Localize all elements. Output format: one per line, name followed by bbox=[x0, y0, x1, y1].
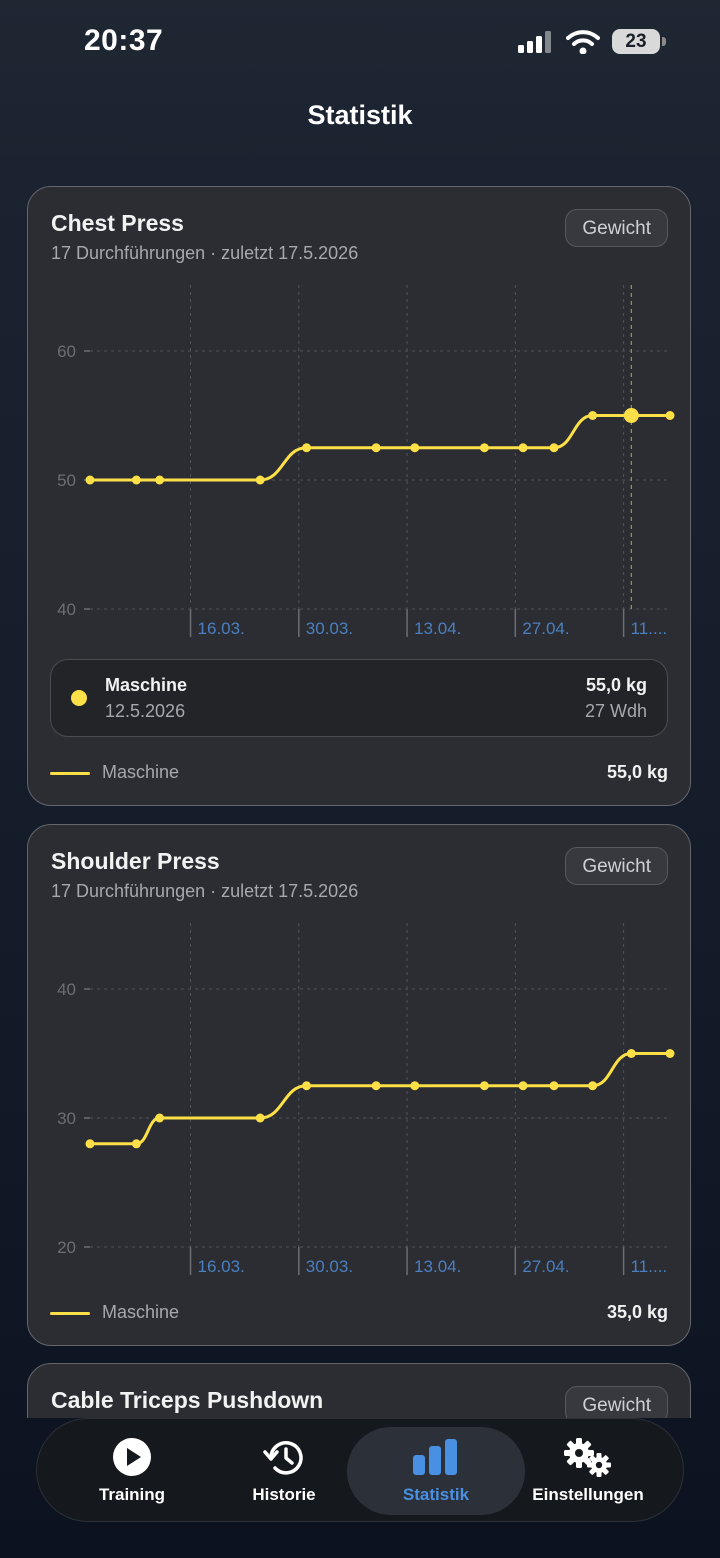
gears-icon bbox=[564, 1438, 611, 1477]
card-title: Shoulder Press bbox=[51, 848, 220, 874]
legend-latest-value: 35,0 kg bbox=[606, 1302, 668, 1322]
data-point bbox=[131, 475, 141, 485]
x-tick-label: 11.... bbox=[631, 1257, 668, 1276]
legend-line bbox=[50, 772, 90, 775]
bar-chart-icon bbox=[413, 1439, 457, 1475]
card-title: Chest Press bbox=[51, 210, 184, 236]
page-title: Statistik bbox=[307, 100, 413, 130]
data-point bbox=[302, 443, 312, 453]
data-point bbox=[255, 475, 265, 485]
chart-legend: Maschine 55,0 kg bbox=[50, 761, 668, 785]
data-point bbox=[588, 1081, 598, 1091]
metric-toggle-button[interactable]: Gewicht bbox=[565, 1386, 668, 1418]
x-tick-label: 30.03. bbox=[306, 1257, 353, 1276]
card-subtitle: 17 Durchführungen · zuletzt 17.5.2026 bbox=[51, 243, 359, 263]
data-point bbox=[549, 1081, 559, 1091]
data-point bbox=[518, 443, 528, 453]
exercise-card-chest-press[interactable]: Chest Press 17 Durchführungen · zuletzt … bbox=[27, 186, 691, 806]
data-point bbox=[155, 1113, 165, 1123]
legend-line bbox=[50, 1312, 90, 1315]
history-clock-icon bbox=[263, 1441, 303, 1475]
data-point bbox=[131, 1139, 141, 1149]
wifi-icon bbox=[566, 30, 600, 54]
cellular-signal-icon bbox=[518, 31, 551, 53]
metric-toggle-button[interactable]: Gewicht bbox=[565, 847, 668, 885]
legend-latest-value: 55,0 kg bbox=[606, 762, 668, 782]
selected-value: 55,0 kg bbox=[585, 675, 647, 695]
data-point bbox=[302, 1081, 312, 1091]
card-subtitle: 17 Durchführungen · zuletzt 17.5.2026 bbox=[51, 881, 359, 901]
x-tick-label: 16.03. bbox=[198, 1257, 245, 1276]
play-circle-icon bbox=[113, 1438, 151, 1476]
series-line bbox=[88, 1052, 672, 1146]
x-tick-label: 27.04. bbox=[522, 619, 569, 638]
y-tick-label: 40 bbox=[57, 600, 76, 619]
selected-point-panel: Maschine 12.5.2026 55,0 kg 27 Wdh bbox=[50, 659, 668, 737]
x-tick-label: 13.04. bbox=[414, 619, 461, 638]
data-point bbox=[155, 475, 165, 485]
data-point bbox=[479, 1081, 489, 1091]
data-point bbox=[665, 1049, 675, 1058]
data-point bbox=[518, 1081, 528, 1091]
x-tick-label: 16.03. bbox=[198, 619, 245, 638]
data-point bbox=[255, 1113, 265, 1123]
data-point bbox=[626, 1049, 636, 1058]
tab-statistik[interactable]: Statistik bbox=[351, 1419, 521, 1523]
tab-label: Statistik bbox=[402, 1485, 470, 1504]
data-point bbox=[85, 475, 95, 485]
tab-label: Historie bbox=[252, 1485, 316, 1504]
data-point bbox=[85, 1139, 95, 1149]
x-tick-label: 27.04. bbox=[522, 1257, 569, 1276]
stats-scroll-area[interactable]: Chest Press 17 Durchführungen · zuletzt … bbox=[0, 186, 720, 1418]
y-tick-label: 40 bbox=[57, 980, 76, 999]
x-tick-label: 13.04. bbox=[414, 1257, 461, 1276]
y-tick-label: 20 bbox=[57, 1238, 76, 1257]
data-point bbox=[410, 1081, 420, 1091]
tab-historie[interactable]: Historie bbox=[199, 1419, 369, 1523]
chest-press-chart[interactable]: 16.03. 30.03. 13.04. 27.04. 11.... 40 50 60 bbox=[28, 273, 692, 643]
data-point bbox=[665, 411, 675, 420]
data-point bbox=[588, 411, 598, 420]
tab-einstellungen[interactable]: Einstellungen bbox=[503, 1419, 673, 1523]
data-point bbox=[371, 443, 381, 453]
data-point bbox=[479, 443, 489, 453]
selected-date: 12.5.2026 bbox=[105, 701, 186, 721]
status-time: 20:37 bbox=[84, 24, 164, 57]
data-point bbox=[549, 443, 559, 453]
shoulder-press-chart[interactable]: 16.03. 30.03. 13.04. 27.04. 11.... 20 30 40 bbox=[28, 911, 692, 1281]
series-dot bbox=[71, 690, 87, 706]
status-bar: 20:37 23 bbox=[0, 0, 720, 84]
data-point bbox=[410, 443, 420, 453]
tab-bar: Training Historie Statistik Einstellunge… bbox=[36, 1418, 684, 1522]
data-point bbox=[371, 1081, 381, 1091]
legend-label: Maschine bbox=[102, 762, 180, 782]
exercise-card-cable-triceps-pushdown[interactable]: Cable Triceps Pushdown Gewicht bbox=[27, 1363, 691, 1418]
card-title: Cable Triceps Pushdown bbox=[51, 1387, 324, 1413]
tab-training[interactable]: Training bbox=[47, 1419, 217, 1523]
x-tick-label: 30.03. bbox=[306, 619, 353, 638]
y-tick-label: 50 bbox=[57, 471, 76, 490]
highlighted-data-point bbox=[623, 408, 639, 423]
y-tick-label: 60 bbox=[57, 342, 76, 361]
selected-series-name: Maschine bbox=[105, 675, 188, 695]
x-tick-label: 11.... bbox=[631, 619, 668, 638]
selected-reps: 27 Wdh bbox=[584, 701, 647, 721]
battery-tip bbox=[662, 37, 666, 46]
battery-indicator: 23 bbox=[612, 29, 660, 54]
metric-toggle-button[interactable]: Gewicht bbox=[565, 209, 668, 247]
y-tick-label: 30 bbox=[57, 1109, 76, 1128]
legend-label: Maschine bbox=[102, 1302, 180, 1322]
exercise-card-shoulder-press[interactable]: Shoulder Press 17 Durchführungen · zulet… bbox=[27, 824, 691, 1346]
tab-label: Training bbox=[98, 1485, 166, 1504]
tab-label: Einstellungen bbox=[532, 1485, 644, 1504]
chart-legend: Maschine 35,0 kg bbox=[50, 1301, 668, 1325]
